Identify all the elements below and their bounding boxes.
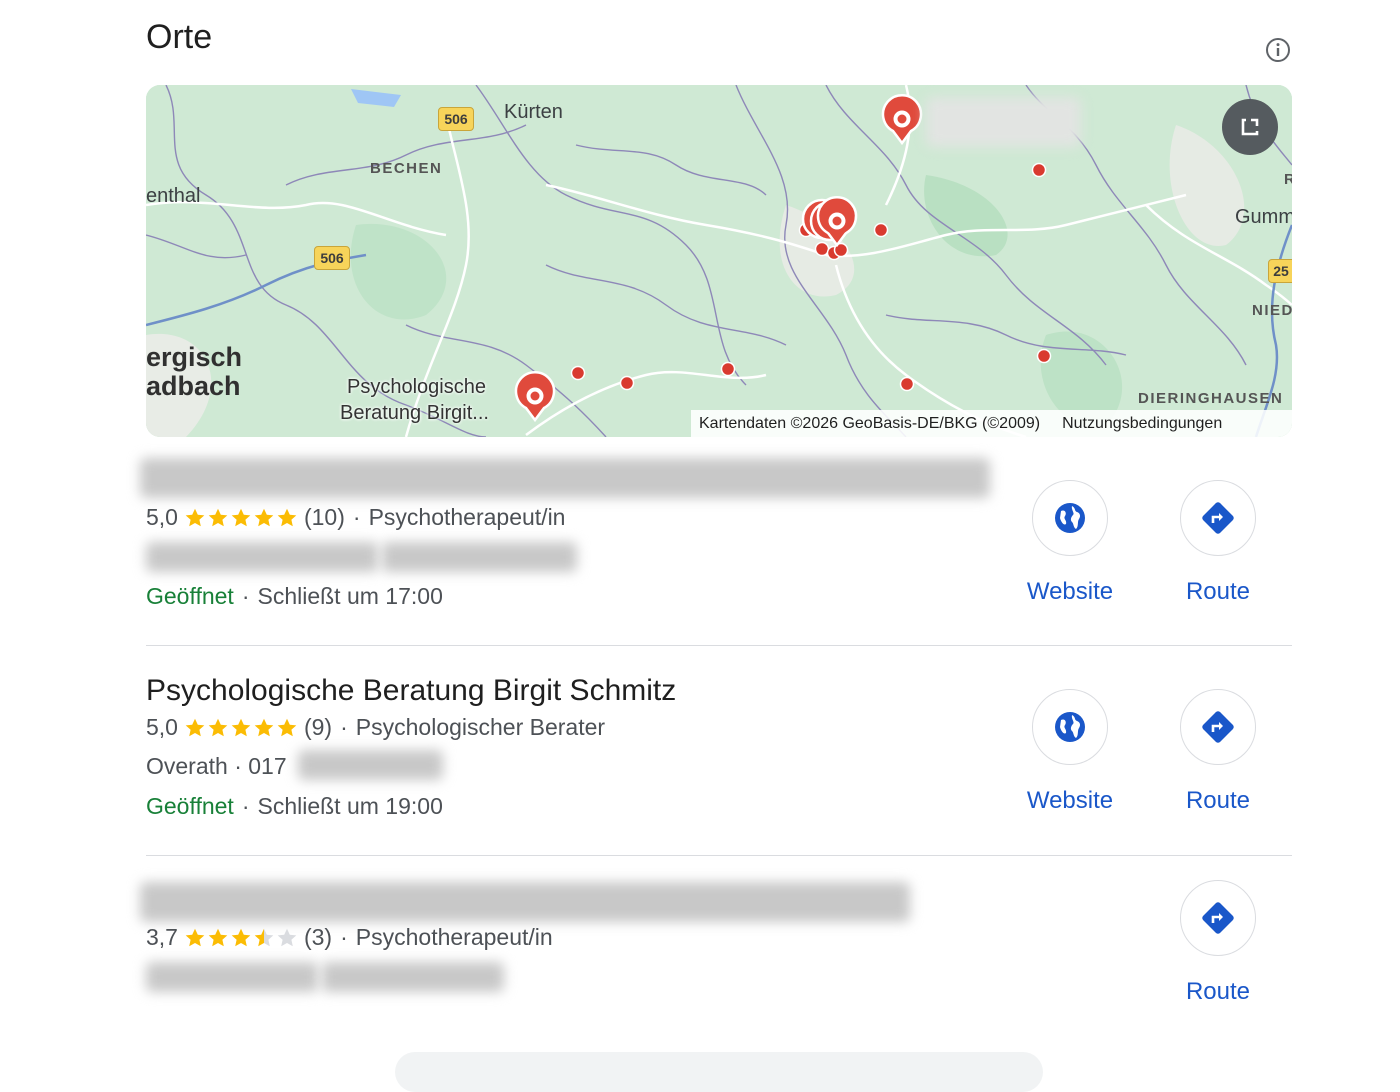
map-label-r: R (1284, 171, 1292, 188)
directions-icon (1202, 902, 1234, 934)
result-status-line: Geöffnet · Schließt um 19:00 (146, 793, 443, 819)
redacted-phone (382, 542, 577, 572)
rating-value: 5,0 (146, 504, 178, 530)
website-button[interactable]: Website (1010, 480, 1130, 606)
road-shield: 25 (1268, 259, 1292, 283)
website-button[interactable]: Website (1010, 689, 1130, 815)
star-icon (277, 508, 297, 526)
review-count[interactable]: (10) (304, 504, 345, 531)
road-shield: 506 (314, 246, 350, 270)
rating-value: 5,0 (146, 714, 178, 740)
map-footer: Kartendaten ©2026 GeoBasis-DE/BKG (©2009… (691, 410, 1292, 437)
info-icon[interactable] (1264, 36, 1292, 64)
page-title: Orte (146, 18, 213, 56)
redacted-address (146, 962, 318, 992)
star-icon (208, 718, 228, 736)
redacted-map-label (926, 97, 1081, 147)
status-hours: Schließt um 17:00 (257, 583, 443, 609)
rating-stars (184, 507, 298, 529)
result-location-line: Overath · 017 (146, 753, 287, 780)
route-button[interactable]: Route (1158, 480, 1278, 606)
map-label-gladbach: adbach (146, 371, 241, 401)
more-places-button[interactable] (395, 1052, 1043, 1092)
expand-map-button[interactable] (1222, 99, 1278, 155)
review-count[interactable]: (9) (304, 714, 332, 741)
star-icon (254, 508, 274, 526)
redacted-address (146, 542, 378, 572)
star-icon (185, 928, 205, 946)
website-label: Website (1026, 787, 1114, 814)
route-label: Route (1185, 978, 1251, 1005)
route-button[interactable]: Route (1158, 880, 1278, 1006)
map-terms-link[interactable]: Nutzungsbedingungen (1062, 415, 1222, 433)
result-rating-line: 5,0 (9) · Psychologischer Berater (146, 714, 606, 741)
road-shield: 506 (438, 107, 474, 131)
star-icon (277, 928, 297, 946)
map-label-enthal: enthal (146, 185, 201, 207)
result-name[interactable]: Psychologische Beratung Birgit Schmitz (146, 674, 676, 708)
result-status-line: Geöffnet · Schließt um 17:00 (146, 583, 443, 609)
map-label-nied: NIED (1252, 302, 1292, 319)
result-category: Psychotherapeut/in (368, 504, 566, 530)
star-icon (254, 928, 274, 946)
globe-icon (1055, 712, 1085, 742)
map-label-place-line2: Beratung Birgit... (340, 402, 489, 424)
map[interactable]: 506 506 25 Kürten BECHEN enthal Gumm R N… (146, 85, 1292, 437)
status-open: Geöffnet (146, 793, 234, 819)
globe-icon (1055, 503, 1085, 533)
map-label-bechen: BECHEN (370, 160, 443, 177)
rating-stars (184, 927, 298, 949)
star-icon (185, 508, 205, 526)
redacted-phone (322, 962, 504, 992)
result-rating-line: 3,7 (3) · Psychotherapeut/in (146, 924, 553, 951)
map-label-place-line1: Psychologische (347, 376, 486, 398)
map-label-gumm: Gumm (1235, 206, 1292, 228)
divider (146, 645, 1292, 646)
star-icon (185, 718, 205, 736)
route-label: Route (1185, 578, 1251, 605)
redacted-result-name (140, 458, 990, 498)
status-open: Geöffnet (146, 583, 234, 609)
star-icon (231, 718, 251, 736)
redacted-result-name (140, 882, 910, 922)
star-icon (208, 928, 228, 946)
star-icon (208, 508, 228, 526)
star-icon (231, 928, 251, 946)
divider (146, 855, 1292, 856)
result-rating-line: 5,0 (10) · Psychotherapeut/in (146, 504, 566, 531)
website-label: Website (1026, 578, 1114, 605)
result-location: Overath · 017 (146, 753, 287, 779)
result-category: Psychologischer Berater (355, 714, 606, 740)
map-label-kuerten: Kürten (504, 101, 563, 123)
redacted-phone (298, 750, 443, 780)
directions-icon (1202, 711, 1234, 743)
directions-icon (1202, 502, 1234, 534)
route-button[interactable]: Route (1158, 689, 1278, 815)
rating-value: 3,7 (146, 924, 178, 950)
rating-stars (184, 717, 298, 739)
map-copyright: Kartendaten ©2026 GeoBasis-DE/BKG (©2009… (699, 414, 1041, 432)
star-icon (254, 718, 274, 736)
star-icon (277, 718, 297, 736)
map-label-dieringhausen: DIERINGHAUSEN (1138, 390, 1284, 407)
status-hours: Schließt um 19:00 (257, 793, 443, 819)
result-category: Psychotherapeut/in (355, 924, 553, 950)
star-icon (231, 508, 251, 526)
expand-icon (1241, 118, 1259, 136)
map-label-bergisch: ergisch (146, 342, 243, 372)
review-count[interactable]: (3) (304, 924, 332, 951)
route-label: Route (1185, 787, 1251, 814)
